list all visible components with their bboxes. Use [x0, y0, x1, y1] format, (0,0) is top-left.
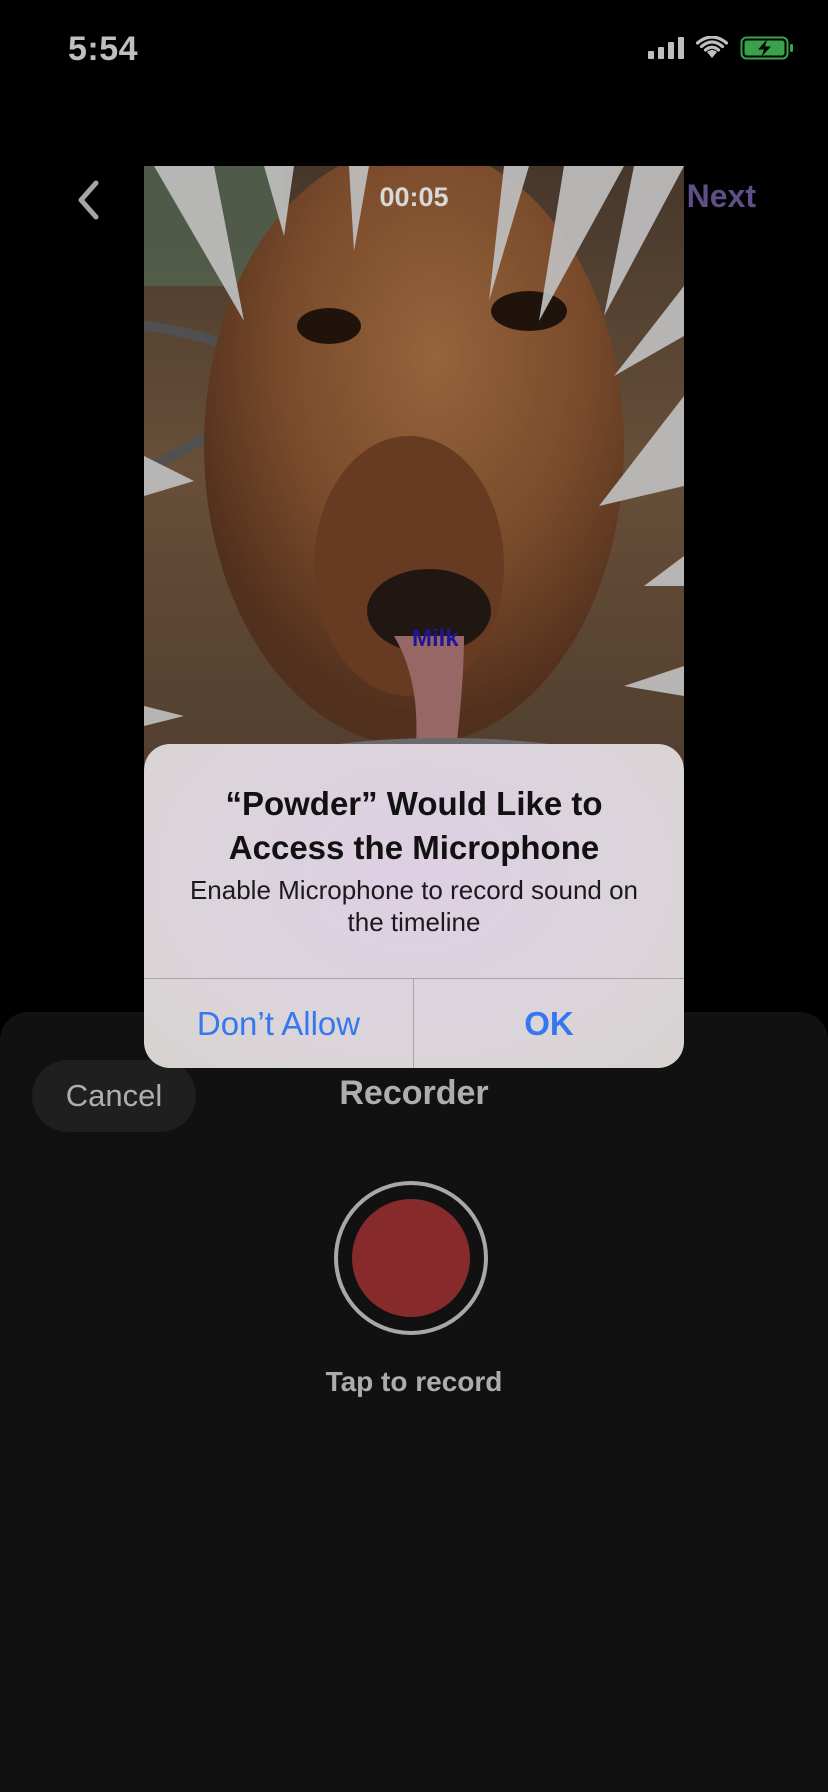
ok-button[interactable]: OK	[414, 979, 684, 1068]
status-time: 5:54	[68, 30, 139, 68]
record-button[interactable]	[334, 1181, 488, 1335]
alert-message: Enable Microphone to record sound on the…	[189, 875, 639, 937]
tap-to-record-label: Tap to record	[325, 1366, 503, 1397]
microphone-permission-alert: “Powder” Would Like to Access the Microp…	[144, 744, 684, 1068]
battery-charging-icon	[740, 36, 793, 60]
video-frame-illustration: Milk	[144, 166, 684, 766]
video-preview[interactable]: Milk	[144, 166, 684, 766]
cellular-signal-icon	[648, 37, 684, 59]
status-bar: 5:54	[0, 0, 828, 100]
alert-title: “Powder” Would Like to Access the Microp…	[225, 785, 603, 866]
dont-allow-button[interactable]: Don’t Allow	[144, 979, 413, 1068]
wifi-icon	[696, 36, 728, 58]
sticker-text: Milk	[412, 625, 459, 652]
video-timer: 00:05	[379, 182, 449, 212]
status-icons	[648, 36, 794, 60]
record-dot-icon	[352, 1199, 470, 1317]
recorder-title: Recorder	[339, 1074, 489, 1112]
